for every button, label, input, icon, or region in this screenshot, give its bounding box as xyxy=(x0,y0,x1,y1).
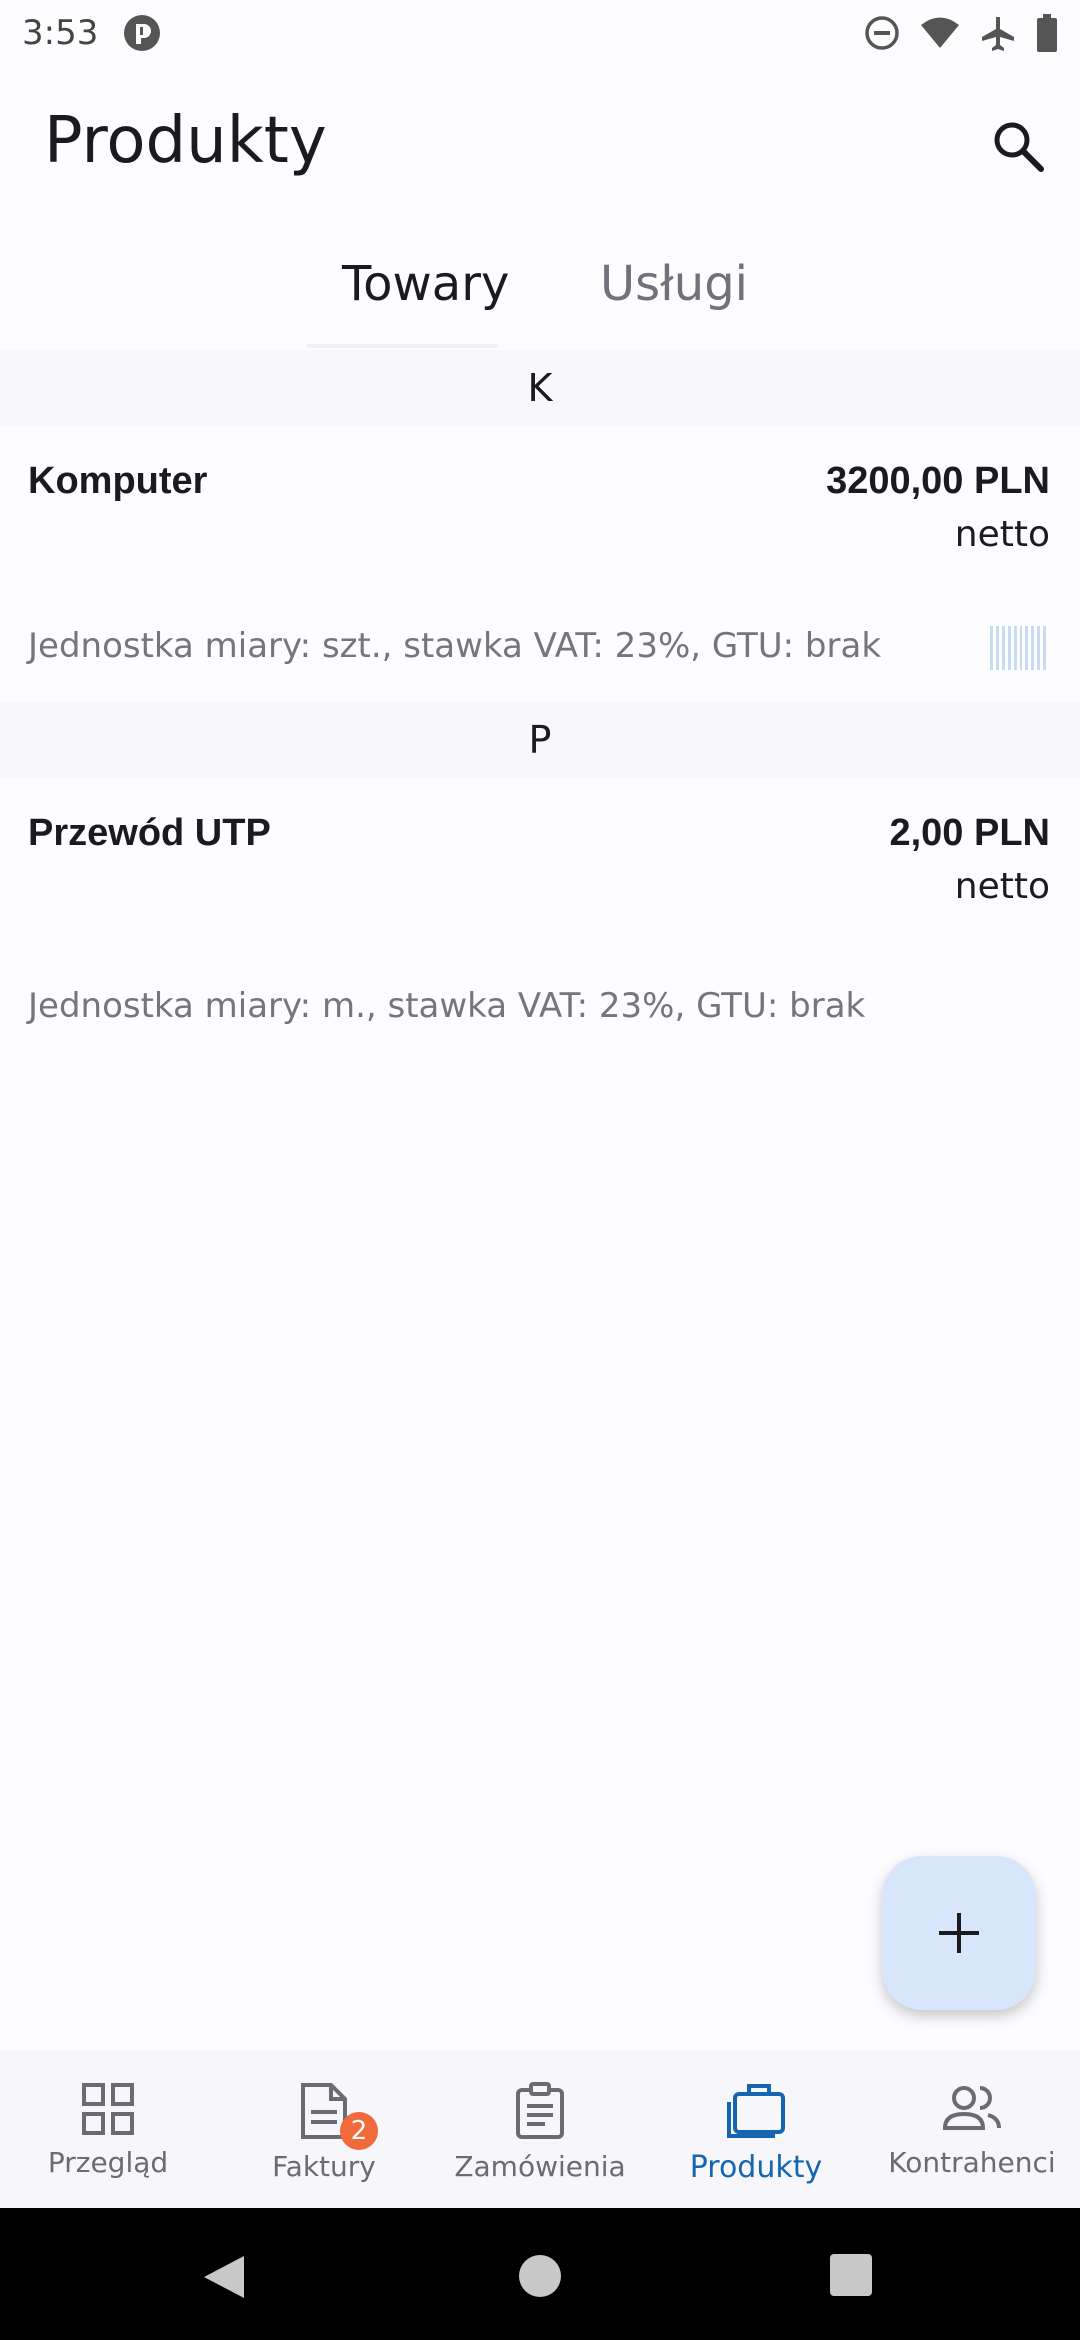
home-icon xyxy=(519,2255,561,2297)
tab-indicator xyxy=(306,344,498,348)
status-time: 3:53 xyxy=(22,13,99,53)
price-type: netto xyxy=(954,514,1050,555)
search-button[interactable] xyxy=(982,110,1054,182)
recents-button[interactable] xyxy=(830,2254,872,2301)
people-icon xyxy=(942,2086,1001,2130)
product-price: 3200,00 PLN xyxy=(826,460,1050,502)
plus-icon xyxy=(939,1913,979,1953)
airplane-mode-icon xyxy=(980,15,1016,51)
search-icon xyxy=(994,122,1044,172)
nav-item-przeglad[interactable]: Przegląd xyxy=(0,2050,216,2208)
nav-label: Produkty xyxy=(689,2150,823,2185)
top-app-bar: Produkty xyxy=(0,90,1080,200)
nav-item-produkty[interactable]: Produkty xyxy=(648,2050,864,2208)
wifi-icon xyxy=(920,16,960,50)
product-type-tabs: Towary Usługi xyxy=(0,240,1080,350)
notification-badge: 2 xyxy=(340,2112,378,2150)
section-header-k: K xyxy=(0,350,1080,426)
clipboard-icon xyxy=(516,2082,564,2139)
list-item[interactable]: Przewód UTP 2,00 PLN netto Jednostka mia… xyxy=(0,778,1080,1062)
briefcase-icon xyxy=(727,2084,785,2138)
back-button[interactable] xyxy=(200,2254,246,2305)
list-item[interactable]: Komputer 3200,00 PLN netto Jednostka mia… xyxy=(0,426,1080,698)
tab-uslugi[interactable]: Usługi xyxy=(600,256,748,312)
back-icon xyxy=(204,2256,244,2298)
tab-towary[interactable]: Towary xyxy=(342,256,509,312)
home-button[interactable] xyxy=(518,2254,562,2303)
grid-icon xyxy=(82,2083,134,2135)
price-type: netto xyxy=(954,866,1050,907)
bottom-navigation: Przegląd 2 Faktury Zamówienia Produkty K… xyxy=(0,2050,1080,2208)
nav-label: Przegląd xyxy=(47,2146,169,2179)
nav-label: Kontrahenci xyxy=(888,2146,1056,2179)
barcode-icon xyxy=(990,626,1047,670)
app-notification-icon xyxy=(122,13,162,53)
nav-item-faktury[interactable]: 2 Faktury xyxy=(216,2050,432,2208)
product-details: Jednostka miary: szt., stawka VAT: 23%, … xyxy=(28,626,882,666)
recents-icon xyxy=(830,2254,872,2296)
add-product-button[interactable] xyxy=(882,1856,1036,2010)
nav-label: Zamówienia xyxy=(454,2150,626,2183)
product-name: Przewód UTP xyxy=(28,812,271,854)
nav-item-zamowienia[interactable]: Zamówienia xyxy=(432,2050,648,2208)
nav-label: Faktury xyxy=(272,2150,376,2183)
nav-item-kontrahenci[interactable]: Kontrahenci xyxy=(864,2050,1080,2208)
product-price: 2,00 PLN xyxy=(889,812,1050,854)
page-title: Produkty xyxy=(44,104,327,178)
battery-icon xyxy=(1036,14,1058,52)
do-not-disturb-icon xyxy=(864,15,900,51)
status-bar: 3:53 xyxy=(0,0,1080,66)
product-name: Komputer xyxy=(28,460,208,502)
product-details: Jednostka miary: m., stawka VAT: 23%, GT… xyxy=(28,986,866,1026)
section-header-p: P xyxy=(0,702,1080,778)
system-navigation-bar xyxy=(0,2208,1080,2340)
